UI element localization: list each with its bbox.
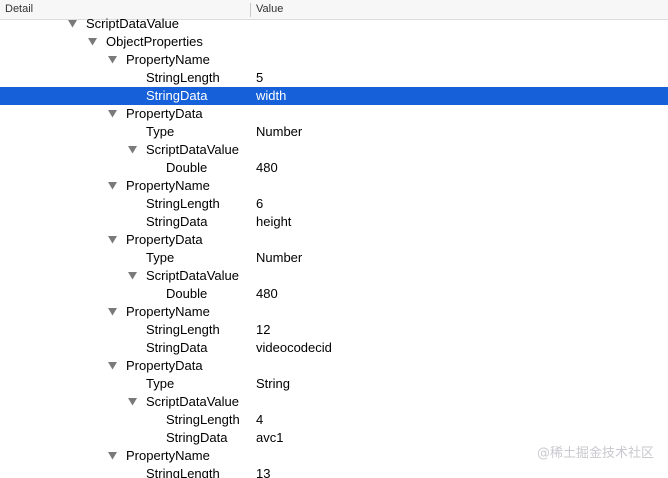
row-detail-label: StringData <box>166 430 228 445</box>
disclosure-triangle-expanded-icon[interactable] <box>107 303 117 321</box>
disclosure-triangle-expanded-icon[interactable] <box>107 177 117 195</box>
row-value: height <box>256 214 292 229</box>
outline-row[interactable]: PropertyName <box>0 303 668 321</box>
row-value: 480 <box>256 286 278 301</box>
row-value: 6 <box>256 196 264 211</box>
row-detail-label: StringLength <box>146 70 220 85</box>
row-detail-label: Type <box>146 250 175 265</box>
outline-row[interactable]: ScriptDataValue <box>0 267 668 285</box>
row-detail-label: PropertyData <box>126 106 203 121</box>
disclosure-triangle-expanded-icon[interactable] <box>107 51 117 69</box>
outline-row[interactable]: PropertyData <box>0 357 668 375</box>
row-detail-label: PropertyName <box>126 448 210 463</box>
watermark: @稀土掘金技术社区 <box>536 446 654 461</box>
outline-row[interactable]: PropertyData <box>0 105 668 123</box>
outline-row[interactable]: ObjectProperties <box>0 33 668 51</box>
row-detail-label: StringLength <box>166 412 240 427</box>
row-detail-label: StringLength <box>146 466 220 478</box>
row-value: avc1 <box>256 430 284 445</box>
outline-row[interactable]: Double 480 <box>0 285 668 303</box>
row-detail-label: ScriptDataValue <box>146 268 239 283</box>
outline-row[interactable]: ScriptDataValue <box>0 141 668 159</box>
disclosure-triangle-expanded-icon[interactable] <box>127 267 137 285</box>
row-detail-label: StringData <box>146 88 208 103</box>
outline-row[interactable]: ScriptDataValue <box>0 393 668 411</box>
outline-row[interactable]: ScriptDataValue <box>0 15 668 33</box>
row-detail-label: Double <box>166 286 208 301</box>
row-detail-label: StringData <box>146 214 208 229</box>
row-detail-label: ScriptDataValue <box>146 394 239 409</box>
row-detail-label: PropertyName <box>126 304 210 319</box>
disclosure-triangle-expanded-icon[interactable] <box>107 357 117 375</box>
outline-row[interactable]: StringLength 12 <box>0 321 668 339</box>
row-value: videocodecid <box>256 340 332 355</box>
row-detail-label: PropertyName <box>126 52 210 67</box>
row-detail-label: ScriptDataValue <box>146 142 239 157</box>
row-detail-label: Type <box>146 376 175 391</box>
disclosure-triangle-expanded-icon[interactable] <box>107 447 117 465</box>
outline-row[interactable]: Type String <box>0 375 668 393</box>
outline-view: ScriptDataValue ObjectProperties PropertyN… <box>0 15 668 478</box>
row-value: Number <box>256 124 303 139</box>
outline-row[interactable]: StringLength 13 <box>0 465 668 478</box>
row-value: Number <box>256 250 303 265</box>
outline-row[interactable]: StringLength 6 <box>0 195 668 213</box>
row-detail-label: Type <box>146 124 175 139</box>
row-value: width <box>256 88 287 103</box>
row-detail-label: ObjectProperties <box>106 34 203 49</box>
row-value: 5 <box>256 70 264 85</box>
outline-row[interactable]: StringData height <box>0 213 668 231</box>
disclosure-triangle-expanded-icon[interactable] <box>107 105 117 123</box>
outline-row[interactable]: StringLength 5 <box>0 69 668 87</box>
row-detail-label: StringLength <box>146 322 220 337</box>
row-value: String <box>256 376 290 391</box>
row-value: 4 <box>256 412 264 427</box>
row-value: 480 <box>256 160 278 175</box>
disclosure-triangle-expanded-icon[interactable] <box>127 141 137 159</box>
row-detail-label: Double <box>166 160 208 175</box>
outline-row[interactable]: PropertyName <box>0 51 668 69</box>
outline-row[interactable]: Type Number <box>0 123 668 141</box>
outline-row[interactable]: StringData videocodecid <box>0 339 668 357</box>
row-detail-label: PropertyData <box>126 358 203 373</box>
row-detail-label: PropertyName <box>126 178 210 193</box>
row-detail-label: PropertyData <box>126 232 203 247</box>
row-detail-label: StringLength <box>146 196 220 211</box>
row-value: 12 <box>256 322 271 337</box>
disclosure-triangle-expanded-icon[interactable] <box>107 231 117 249</box>
outline-row[interactable]: Double 480 <box>0 159 668 177</box>
outline-row[interactable]: PropertyName <box>0 177 668 195</box>
outline-row[interactable]: Type Number <box>0 249 668 267</box>
outline-row[interactable]: StringLength 4 <box>0 411 668 429</box>
row-value: 13 <box>256 466 271 478</box>
outline-row[interactable]: PropertyData <box>0 231 668 249</box>
disclosure-triangle-expanded-icon[interactable] <box>67 15 77 33</box>
row-detail-label: ScriptDataValue <box>86 16 179 31</box>
outline-row-selected[interactable]: StringData width <box>0 87 668 105</box>
disclosure-triangle-expanded-icon[interactable] <box>127 393 137 411</box>
disclosure-triangle-expanded-icon[interactable] <box>87 33 97 51</box>
row-detail-label: StringData <box>146 340 208 355</box>
